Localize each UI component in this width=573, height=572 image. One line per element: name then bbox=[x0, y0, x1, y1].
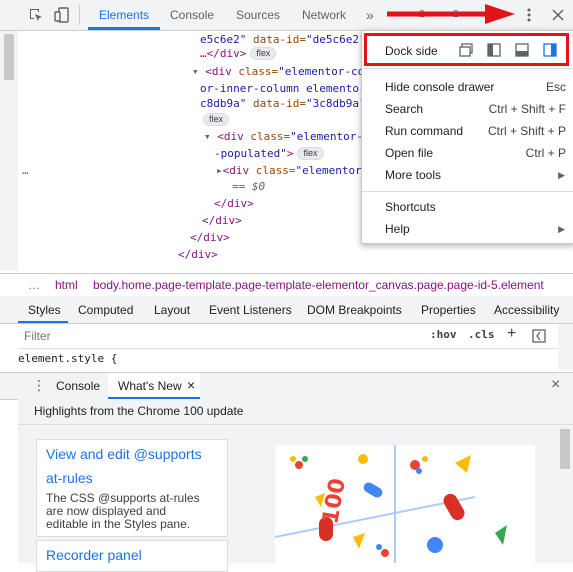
close-icon[interactable] bbox=[552, 9, 564, 21]
menu-separator bbox=[362, 191, 573, 192]
dom-line[interactable]: flex bbox=[203, 111, 230, 128]
menu-item-open-file[interactable]: Open file Ctrl + P bbox=[362, 145, 573, 163]
collapse-triangle-icon: ▾ bbox=[192, 65, 199, 78]
celebration-illustration: 100 bbox=[275, 445, 507, 563]
tab-sources[interactable]: Sources bbox=[236, 0, 280, 30]
dom-line[interactable]: -populated"> flex bbox=[214, 145, 324, 162]
drawer-tab-whats-new-label: What's New bbox=[118, 379, 182, 393]
breadcrumb-html[interactable]: html bbox=[55, 274, 78, 296]
selected-node-ref: == $0 bbox=[232, 180, 266, 193]
styles-filter-row: :hov .cls + bbox=[18, 324, 573, 349]
dom-line[interactable]: </div> bbox=[178, 246, 218, 263]
breadcrumb-body[interactable]: body.home.page-template.page-template-el… bbox=[93, 274, 544, 296]
submenu-arrow-icon: ▶ bbox=[558, 224, 565, 234]
whats-new-title: Highlights from the Chrome 100 update bbox=[34, 404, 244, 418]
dock-side-highlight-annotation bbox=[364, 33, 569, 66]
styles-active-indicator bbox=[18, 321, 68, 323]
cls-toggle[interactable]: .cls bbox=[468, 328, 495, 341]
row-ellipsis[interactable]: … bbox=[22, 162, 29, 179]
card-link[interactable]: Recorder panel bbox=[46, 547, 142, 563]
dom-line[interactable]: ▾ <div class="elementor- bbox=[204, 128, 363, 145]
styles-tabbar: Styles Computed Layout Event Listeners D… bbox=[0, 296, 573, 324]
collapse-triangle-icon: ▾ bbox=[204, 130, 211, 143]
dom-line[interactable]: </div> bbox=[190, 229, 230, 246]
menu-item-more-tools[interactable]: More tools ▶ bbox=[362, 167, 573, 185]
tab-accessibility[interactable]: Accessibility bbox=[494, 296, 559, 324]
close-drawer-icon[interactable]: × bbox=[551, 376, 560, 394]
tab-properties[interactable]: Properties bbox=[421, 296, 476, 324]
dom-line-selected[interactable]: ▸<div class="elementor bbox=[216, 162, 362, 179]
dom-line[interactable]: </div> bbox=[214, 195, 254, 212]
tab-styles[interactable]: Styles bbox=[28, 296, 61, 324]
styles-scrollbar[interactable] bbox=[558, 324, 573, 370]
hov-toggle[interactable]: :hov bbox=[430, 328, 457, 341]
drawer-tab-whats-new[interactable]: What's New × bbox=[108, 373, 200, 399]
drawer-tab-console[interactable]: Console bbox=[56, 379, 100, 393]
toggle-sidebar-icon[interactable] bbox=[532, 329, 546, 343]
expand-triangle-icon: ▸ bbox=[216, 164, 223, 177]
new-style-rule-button[interactable]: + bbox=[507, 325, 516, 343]
device-toolbar-icon[interactable] bbox=[54, 7, 70, 23]
red-arrow-annotation bbox=[387, 4, 515, 24]
flex-badge[interactable]: flex bbox=[250, 47, 277, 60]
card-link[interactable]: View and edit @supports bbox=[46, 446, 202, 462]
dom-line[interactable]: c8db9a" data-id="3c8db9a" bbox=[200, 95, 366, 112]
more-tabs-button[interactable]: » bbox=[366, 0, 374, 30]
active-tab-indicator bbox=[88, 27, 160, 30]
dom-line[interactable]: …</div> flex bbox=[200, 45, 277, 62]
element-style-rule[interactable]: element.style { bbox=[18, 349, 558, 369]
card-description: The CSS @supports at-rules are now displ… bbox=[46, 491, 200, 531]
menu-item-hide-console-drawer[interactable]: Hide console drawer Esc bbox=[362, 79, 573, 97]
dom-line[interactable]: </div> bbox=[202, 212, 242, 229]
card-link[interactable]: at-rules bbox=[46, 470, 93, 486]
submenu-arrow-icon: ▶ bbox=[558, 170, 565, 180]
tab-console[interactable]: Console bbox=[170, 0, 214, 30]
dom-scrollbar-thumb[interactable] bbox=[4, 34, 14, 80]
inspect-icon[interactable] bbox=[28, 7, 44, 23]
kebab-menu-icon[interactable] bbox=[523, 7, 535, 23]
whats-new-scrollbar[interactable] bbox=[557, 425, 573, 563]
whats-new-header: Highlights from the Chrome 100 update bbox=[18, 399, 573, 425]
dom-line[interactable]: ▾ <div class="elementor-co bbox=[192, 63, 364, 80]
tab-event-listeners[interactable]: Event Listeners bbox=[209, 296, 292, 324]
close-tab-icon[interactable]: × bbox=[187, 377, 195, 393]
drawer-tabbar: ⋮ Console What's New × × bbox=[0, 372, 573, 400]
tab-network[interactable]: Network bbox=[302, 0, 346, 30]
drawer-menu-icon[interactable]: ⋮ bbox=[32, 377, 46, 394]
menu-item-help[interactable]: Help ▶ bbox=[362, 221, 573, 239]
menu-item-search[interactable]: Search Ctrl + Shift + F bbox=[362, 101, 573, 119]
tab-dom-breakpoints[interactable]: DOM Breakpoints bbox=[307, 296, 402, 324]
feature-card-recorder[interactable]: Recorder panel bbox=[36, 540, 228, 572]
breadcrumb-overflow[interactable]: … bbox=[28, 274, 40, 296]
menu-item-shortcuts[interactable]: Shortcuts bbox=[362, 199, 573, 217]
tab-elements[interactable]: Elements bbox=[99, 0, 149, 30]
tab-layout[interactable]: Layout bbox=[154, 296, 190, 324]
styles-filter-input[interactable] bbox=[22, 327, 326, 345]
feature-card-supports[interactable]: View and edit @supports at-rules The CSS… bbox=[36, 439, 228, 537]
whats-new-scrollbar-thumb[interactable] bbox=[560, 429, 570, 469]
chrome-100-graphic: 100 bbox=[275, 445, 535, 563]
whats-new-body: View and edit @supports at-rules The CSS… bbox=[18, 425, 573, 572]
menu-separator bbox=[362, 68, 573, 69]
breadcrumb: … html body.home.page-template.page-temp… bbox=[0, 273, 573, 297]
graphic-number: 100 bbox=[318, 476, 351, 526]
flex-badge[interactable]: flex bbox=[297, 147, 324, 160]
tab-computed[interactable]: Computed bbox=[78, 296, 133, 324]
menu-item-run-command[interactable]: Run command Ctrl + Shift + P bbox=[362, 123, 573, 141]
toolbar-divider bbox=[79, 5, 80, 25]
flex-badge[interactable]: flex bbox=[203, 113, 230, 126]
